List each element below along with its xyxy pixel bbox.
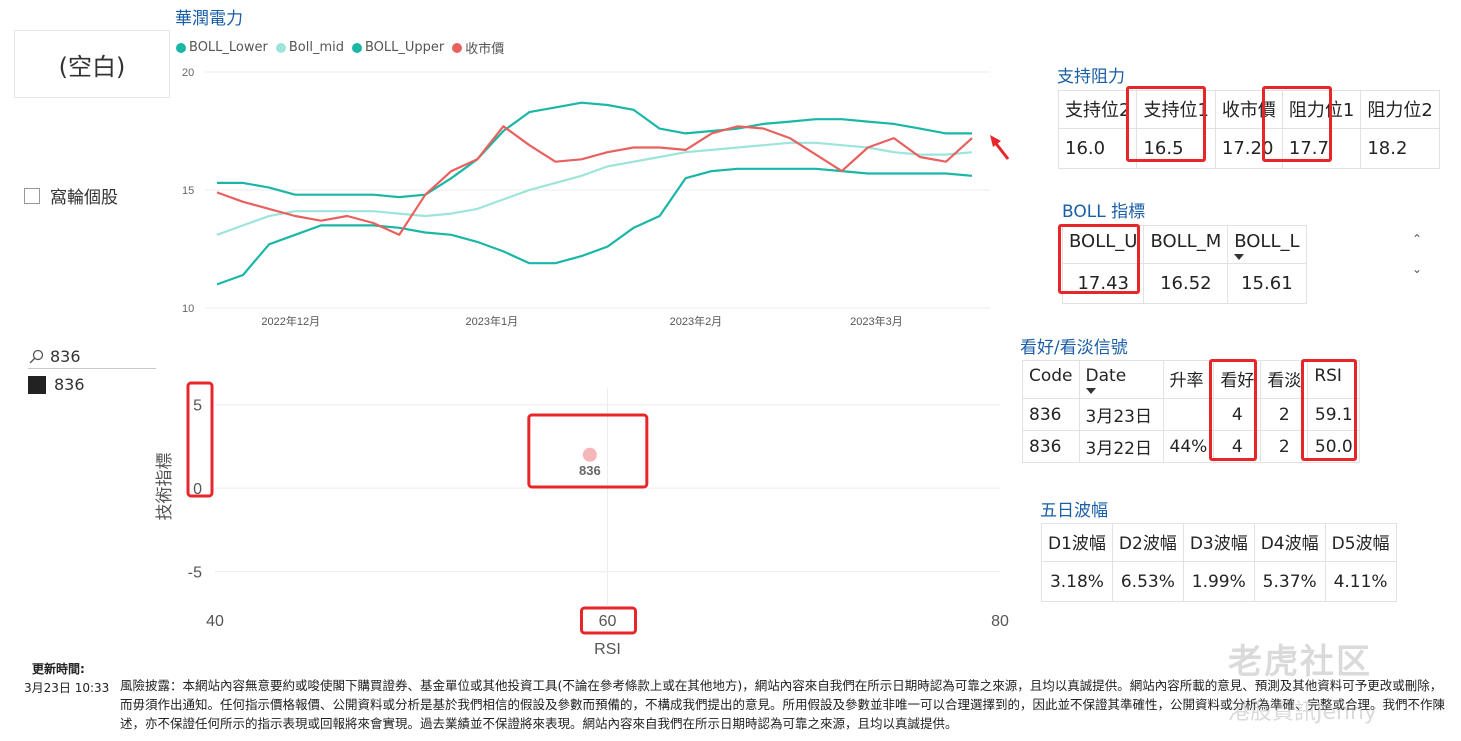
rsi-scatter-chart: 50-540 60 80RSI技術指標 836 (155, 381, 1009, 658)
series-line-BOLL_Upper (217, 101, 972, 199)
wave-table-title: 五日波幅 (1040, 501, 1108, 521)
scatter-point (582, 447, 597, 462)
header-boll-l[interactable]: BOLL_L (1227, 225, 1307, 264)
checkbox-icon[interactable] (24, 187, 40, 204)
chart-legend: BOLL_Lower Boll_mid BOLL_Upper 收市價 (176, 38, 504, 57)
legend-dot-icon (176, 42, 186, 53)
highlight-bullish (1209, 359, 1257, 461)
legend-dot-icon (452, 42, 463, 53)
value-d5: 4.11% (1324, 561, 1397, 602)
stock-item-label: 836 (54, 375, 85, 394)
update-time: 3月23日 10:33 (24, 681, 110, 695)
legend-item[interactable]: Boll_mid (275, 40, 344, 55)
header-d3[interactable]: D3波幅 (1182, 523, 1255, 562)
support-table: 支持位2 支持位1 收市價 阻力位1 阻力位2 16.0 16.5 17.20 … (1057, 90, 1440, 169)
boll-table-title: BOLL 指標 (1062, 202, 1146, 222)
slicer-blank[interactable]: (空白) (14, 30, 170, 98)
legend-label: BOLL_Lower (189, 40, 268, 55)
legend-dot-icon (275, 42, 286, 53)
header-code[interactable]: Code (1022, 360, 1080, 399)
legend-item[interactable]: BOLL_Lower (176, 40, 268, 55)
signal-table-title: 看好/看淡信號 (1020, 338, 1128, 358)
x-tick-label: 40 (206, 613, 224, 630)
legend-dot-icon (351, 42, 362, 53)
legend-label: 收市價 (465, 42, 505, 57)
header-boll-m[interactable]: BOLL_M (1143, 225, 1229, 264)
series-line-BOLL_Lower (216, 167, 973, 286)
series-line-收市價 (216, 125, 973, 236)
search-input[interactable]: 836 (28, 347, 156, 369)
watermark-author: 港股資訊Jenny (1228, 700, 1377, 725)
header-d1[interactable]: D1波幅 (1041, 523, 1113, 562)
red-arrow-icon (990, 135, 1010, 160)
value-d3: 1.99% (1182, 561, 1255, 602)
highlight-boll-u (1058, 224, 1140, 294)
x-axis-label: RSI (594, 641, 621, 658)
scroll-down-icon[interactable]: ⌄ (1412, 262, 1422, 276)
x-tick-label: 2023年1月 (466, 314, 519, 328)
highlight-rsi (1301, 359, 1357, 461)
update-label: 更新時間: (32, 662, 85, 676)
y-axis-label: 技術指標 (155, 453, 175, 521)
legend-item[interactable]: BOLL_Upper (351, 40, 445, 55)
legend-label: Boll_mid (288, 40, 344, 55)
x-tick-label: 2023年3月 (850, 314, 903, 328)
line-chart-title: 華潤電力 (175, 9, 243, 29)
scroll-up-icon[interactable]: ⌃ (1412, 232, 1422, 246)
header-rise[interactable]: 升率 (1162, 360, 1215, 399)
value-resist2: 18.2 (1360, 128, 1440, 169)
sort-down-icon (1234, 254, 1245, 260)
header-resist2: 阻力位2 (1360, 90, 1440, 129)
x-tick-label: 2023年2月 (670, 314, 723, 328)
search-icon (29, 349, 44, 363)
header-date-label: Date (1085, 366, 1127, 386)
boll-line-chart: 20 15 10 2022年12月 2023年1月 2023年2月 2023年3月 (182, 67, 990, 328)
cell-rise (1162, 398, 1215, 431)
value-d4: 5.37% (1253, 561, 1326, 602)
sort-down-icon (1085, 388, 1096, 394)
highlight-support1 (1126, 86, 1206, 162)
scatter-point-label: 836 (579, 463, 601, 478)
x-tick-label: 80 (991, 613, 1009, 630)
legend-label: BOLL_Upper (364, 40, 445, 55)
search-query: 836 (50, 347, 81, 366)
header-boll-l-label: BOLL_L (1234, 231, 1300, 252)
legend-item[interactable]: 收市價 (452, 38, 504, 57)
cell-rise: 44% (1162, 430, 1215, 463)
checkbox-label: 窩輪個股 (50, 188, 118, 208)
header-date[interactable]: Date (1078, 360, 1164, 399)
y-tick-label: 10 (182, 303, 194, 315)
header-d5[interactable]: D5波幅 (1324, 523, 1397, 562)
y-tick-label: 15 (182, 185, 194, 197)
wave-table: D1波幅 D2波幅 D3波幅 D4波幅 D5波幅 3.18% 6.53% 1.9… (1041, 523, 1397, 602)
value-d2: 6.53% (1111, 561, 1184, 602)
cell-date: 3月22日 (1078, 430, 1164, 463)
cell-date: 3月23日 (1078, 398, 1164, 431)
x-tick-label: 2022年12月 (261, 314, 320, 328)
warrant-checkbox-row[interactable]: 窩輪個股 (24, 183, 118, 208)
x-tick-label: 60 (599, 613, 617, 630)
header-d4[interactable]: D4波幅 (1253, 523, 1326, 562)
y-tick-label: 20 (182, 67, 194, 79)
watermark-logo: 老虎社区 (1228, 642, 1372, 682)
value-d1: 3.18% (1041, 561, 1113, 602)
cell-code: 836 (1022, 430, 1080, 463)
support-table-title: 支持阻力 (1057, 67, 1125, 87)
selected-square-icon (28, 375, 46, 394)
value-boll-m: 16.52 (1143, 263, 1229, 304)
slicer-value: (空白) (58, 52, 126, 81)
cell-code: 836 (1022, 398, 1080, 431)
highlight-resist1 (1262, 86, 1332, 162)
header-d2[interactable]: D2波幅 (1111, 523, 1184, 562)
stock-list-item[interactable]: 836 (28, 375, 85, 394)
y-tick-label: -5 (188, 565, 202, 582)
value-boll-l: 15.61 (1227, 263, 1307, 304)
y-tick-label: 5 (193, 398, 202, 415)
